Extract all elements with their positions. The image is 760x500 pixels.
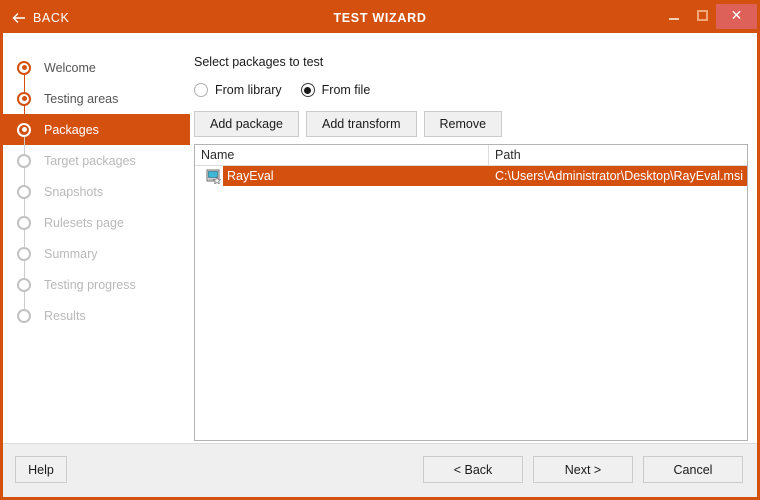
step-status-dot (17, 122, 31, 137)
sidebar-step-packages[interactable]: Packages (3, 114, 190, 145)
step-connector (23, 198, 25, 207)
step-status-dot (17, 91, 31, 106)
step-connector (23, 269, 25, 278)
navigation-buttons: < Back Next > Cancel (423, 456, 743, 483)
remove-button[interactable]: Remove (423, 111, 503, 137)
wizard-steps-sidebar: Welcome Testing areas Packages Target pa… (3, 33, 190, 444)
sidebar-step-label: Rulesets page (44, 215, 124, 230)
sidebar-step-rulesets-page[interactable]: Rulesets page (3, 207, 190, 238)
sidebar-step-label: Summary (44, 246, 98, 261)
sidebar-step-testing-progress[interactable]: Testing progress (3, 269, 190, 300)
step-connector (23, 114, 25, 123)
arrow-left-icon (12, 11, 26, 25)
radio-from-file-label: From file (321, 83, 371, 97)
radio-from-file[interactable]: From file (300, 83, 371, 97)
step-status-dot (17, 277, 31, 292)
column-header-name[interactable]: Name (195, 145, 489, 165)
sidebar-step-target-packages[interactable]: Target packages (3, 145, 190, 176)
step-status-dot (17, 246, 31, 261)
step-connector (23, 238, 25, 247)
back-nav-button[interactable]: < Back (423, 456, 523, 483)
sidebar-step-welcome[interactable]: Welcome (3, 52, 190, 83)
window-title: TEST WIZARD (333, 11, 427, 25)
radio-icon (194, 83, 208, 97)
sidebar-step-label: Testing areas (44, 91, 119, 106)
cancel-button[interactable]: Cancel (643, 456, 743, 483)
sidebar-step-summary[interactable]: Summary (3, 238, 190, 269)
help-button[interactable]: Help (15, 456, 67, 483)
add-package-button[interactable]: Add package (194, 111, 299, 137)
next-nav-button[interactable]: Next > (533, 456, 633, 483)
main-content: Select packages to test From library Fro… (190, 33, 757, 444)
step-connector (23, 136, 25, 145)
msi-package-icon (206, 168, 222, 185)
step-connector (23, 176, 25, 185)
step-status-dot (17, 215, 31, 230)
radio-from-library[interactable]: From library (194, 83, 282, 97)
page-title: Select packages to test (194, 55, 324, 69)
radio-from-library-label: From library (215, 83, 282, 97)
window-controls: ✕ (660, 3, 757, 33)
sidebar-step-label: Results (44, 308, 86, 323)
list-row-wrapper: RayEval C:\Users\Administrator\Desktop\R… (195, 166, 747, 186)
package-actions-toolbar: Add package Add transform Remove (194, 111, 503, 137)
back-button-label: BACK (33, 11, 70, 25)
minimize-button[interactable] (660, 3, 688, 27)
sidebar-step-snapshots[interactable]: Snapshots (3, 176, 190, 207)
close-button[interactable]: ✕ (716, 4, 757, 29)
step-connector (23, 291, 25, 300)
sidebar-step-label: Packages (44, 122, 99, 137)
sidebar-step-results[interactable]: Results (3, 300, 190, 331)
footer-bar: Help < Back Next > Cancel (3, 443, 757, 497)
step-connector (23, 105, 25, 114)
package-source-radio-group: From library From file (194, 83, 370, 97)
step-connector (23, 229, 25, 238)
cell-path: C:\Users\Administrator\Desktop\RayEval.m… (495, 169, 743, 183)
radio-icon (300, 83, 315, 97)
sidebar-step-label: Snapshots (44, 184, 104, 199)
step-status-dot (17, 184, 31, 199)
step-status-dot (17, 60, 31, 75)
step-connector (23, 74, 25, 83)
step-connector (23, 300, 25, 309)
step-connector (23, 260, 25, 269)
step-status-dot (17, 308, 31, 323)
packages-list[interactable]: Name Path RayEval C:\Users\Administrator… (194, 144, 748, 441)
step-connector (23, 145, 25, 154)
maximize-button[interactable] (688, 3, 716, 27)
add-transform-button[interactable]: Add transform (305, 111, 417, 137)
table-row[interactable]: RayEval C:\Users\Administrator\Desktop\R… (223, 166, 747, 186)
step-list: Welcome Testing areas Packages Target pa… (3, 33, 190, 331)
sidebar-step-testing-areas[interactable]: Testing areas (3, 83, 190, 114)
sidebar-step-label: Testing progress (44, 277, 136, 292)
sidebar-step-label: Welcome (44, 60, 96, 75)
test-wizard-window: BACK TEST WIZARD ✕ Welcome Testing areas… (0, 0, 760, 500)
column-header-path[interactable]: Path (489, 145, 747, 165)
cell-name: RayEval (227, 169, 274, 183)
close-icon: ✕ (730, 7, 743, 24)
step-connector (23, 167, 25, 176)
title-bar: BACK TEST WIZARD ✕ (3, 3, 757, 33)
back-button[interactable]: BACK (12, 3, 69, 33)
sidebar-step-label: Target packages (44, 153, 136, 168)
minimize-icon (669, 17, 679, 20)
step-connector (23, 207, 25, 216)
maximize-icon (696, 9, 708, 21)
list-header: Name Path (195, 145, 747, 166)
step-status-dot (17, 153, 31, 168)
step-connector (23, 83, 25, 92)
